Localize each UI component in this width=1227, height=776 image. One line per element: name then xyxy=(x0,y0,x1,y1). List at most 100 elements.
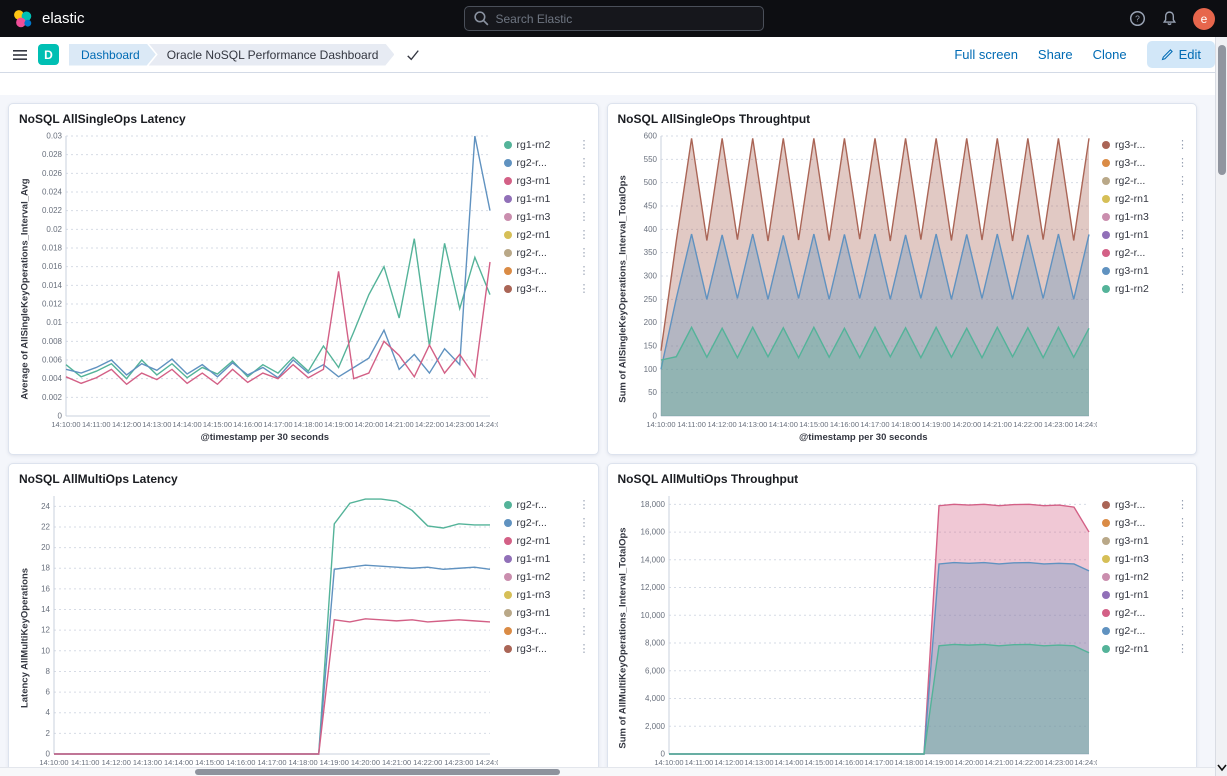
legend-menu-icon[interactable]: ⋮ xyxy=(1177,282,1188,295)
full-screen-button[interactable]: Full screen xyxy=(954,47,1018,62)
legend-item[interactable]: rg1-rn1 ⋮ xyxy=(503,552,590,565)
legend-menu-icon[interactable]: ⋮ xyxy=(1177,552,1188,565)
legend-item[interactable]: rg1-rn1 ⋮ xyxy=(1102,228,1188,241)
chart-area[interactable]: 0 2 4 6 8 10 12 14 16 18 20 22 24 14:10:00 14:11:00 14:… xyxy=(32,490,505,770)
legend-item[interactable]: rg3-r... ⋮ xyxy=(503,264,590,277)
legend-menu-icon[interactable]: ⋮ xyxy=(1177,228,1188,241)
legend-item[interactable]: rg3-rn1 ⋮ xyxy=(503,606,590,619)
chart-area[interactable]: 0 2,000 4,000 6,000 8,000 10,000 12,000 14,000 1… xyxy=(631,490,1103,770)
panel-title[interactable]: NoSQL AllMultiOps Throughput xyxy=(616,470,1189,490)
legend-item[interactable]: rg3-r... ⋮ xyxy=(1102,156,1188,169)
user-avatar[interactable]: e xyxy=(1193,7,1215,30)
horizontal-scrollbar[interactable] xyxy=(0,767,1215,776)
legend-item[interactable]: rg2-rn1 ⋮ xyxy=(503,534,590,547)
elastic-logo[interactable]: elastic xyxy=(12,8,85,30)
legend-menu-icon[interactable]: ⋮ xyxy=(1177,156,1188,169)
chart-canvas[interactable]: 02,0004,0006,0008,00010,00012,00014,0001… xyxy=(631,490,1103,770)
legend-item[interactable]: rg2-r... ⋮ xyxy=(503,156,590,169)
legend-item[interactable]: rg2-r... ⋮ xyxy=(1102,246,1188,259)
legend-menu-icon[interactable]: ⋮ xyxy=(579,282,590,295)
legend-menu-icon[interactable]: ⋮ xyxy=(1177,516,1188,529)
legend-menu-icon[interactable]: ⋮ xyxy=(1177,498,1188,511)
legend-item[interactable]: rg3-r... ⋮ xyxy=(503,282,590,295)
panel-title[interactable]: NoSQL AllSingleOps Latency xyxy=(17,110,590,130)
legend-item[interactable]: rg2-r... ⋮ xyxy=(503,246,590,259)
legend-item[interactable]: rg1-rn1 ⋮ xyxy=(503,192,590,205)
legend-item[interactable]: rg2-r... ⋮ xyxy=(1102,606,1188,619)
legend-menu-icon[interactable]: ⋮ xyxy=(1177,192,1188,205)
alerts-icon[interactable] xyxy=(1161,10,1178,27)
legend-menu-icon[interactable]: ⋮ xyxy=(579,156,590,169)
legend-item[interactable]: rg1-rn3 ⋮ xyxy=(1102,210,1188,223)
legend-item[interactable]: rg1-rn2 ⋮ xyxy=(503,138,590,151)
chart-area[interactable]: 0 50 100 150 200 250 300 350 400 450 500 550 600 14:1… xyxy=(631,130,1103,432)
legend-item[interactable]: rg2-rn1 ⋮ xyxy=(1102,642,1188,655)
chart-canvas[interactable]: 02468101214161820222414:10:00 14:11:00 14:… xyxy=(32,490,505,770)
global-search[interactable] xyxy=(463,6,764,31)
legend-item[interactable]: rg2-r... ⋮ xyxy=(1102,174,1188,187)
legend-item[interactable]: rg3-rn1 ⋮ xyxy=(1102,264,1188,277)
legend-menu-icon[interactable]: ⋮ xyxy=(1177,588,1188,601)
legend-item[interactable]: rg3-r... ⋮ xyxy=(1102,516,1188,529)
vertical-scrollbar-thumb[interactable] xyxy=(1218,45,1226,175)
legend-menu-icon[interactable]: ⋮ xyxy=(579,498,590,511)
legend-menu-icon[interactable]: ⋮ xyxy=(579,228,590,241)
scroll-down-icon[interactable] xyxy=(1216,760,1227,774)
share-button[interactable]: Share xyxy=(1038,47,1073,62)
legend-item[interactable]: rg1-rn3 ⋮ xyxy=(503,210,590,223)
legend-item[interactable]: rg1-rn3 ⋮ xyxy=(1102,552,1188,565)
dashboard-app-badge[interactable]: D xyxy=(38,44,59,65)
legend-menu-icon[interactable]: ⋮ xyxy=(579,192,590,205)
legend-menu-icon[interactable]: ⋮ xyxy=(1177,138,1188,151)
horizontal-scrollbar-thumb[interactable] xyxy=(195,769,560,775)
edit-button[interactable]: Edit xyxy=(1146,41,1215,68)
legend-item[interactable]: rg2-rn1 ⋮ xyxy=(503,228,590,241)
legend-item[interactable]: rg2-r... ⋮ xyxy=(503,498,590,511)
clone-button[interactable]: Clone xyxy=(1093,47,1127,62)
legend-menu-icon[interactable]: ⋮ xyxy=(579,570,590,583)
search-input[interactable] xyxy=(495,11,755,26)
legend-menu-icon[interactable]: ⋮ xyxy=(579,264,590,277)
legend-menu-icon[interactable]: ⋮ xyxy=(1177,210,1188,223)
legend-item[interactable]: rg2-r... ⋮ xyxy=(503,516,590,529)
chart-area[interactable]: 0 0.002 0.004 0.006 0.008 0.01 0.012 0.014 0.016… xyxy=(32,130,505,432)
legend-menu-icon[interactable]: ⋮ xyxy=(579,516,590,529)
legend-item[interactable]: rg3-rn1 ⋮ xyxy=(1102,534,1188,547)
legend-menu-icon[interactable]: ⋮ xyxy=(1177,624,1188,637)
legend-menu-icon[interactable]: ⋮ xyxy=(1177,606,1188,619)
legend-item[interactable]: rg3-r... ⋮ xyxy=(503,624,590,637)
legend-menu-icon[interactable]: ⋮ xyxy=(1177,174,1188,187)
legend-item[interactable]: rg1-rn2 ⋮ xyxy=(1102,570,1188,583)
legend-item[interactable]: rg3-rn1 ⋮ xyxy=(503,174,590,187)
legend-menu-icon[interactable]: ⋮ xyxy=(579,534,590,547)
legend-item[interactable]: rg1-rn1 ⋮ xyxy=(1102,588,1188,601)
panel-title[interactable]: NoSQL AllSingleOps Throughtput xyxy=(616,110,1189,130)
chart-canvas[interactable]: 00.0020.0040.0060.0080.010.0120.0140.016… xyxy=(32,130,505,432)
legend-menu-icon[interactable]: ⋮ xyxy=(1177,642,1188,655)
legend-item[interactable]: rg2-r... ⋮ xyxy=(1102,624,1188,637)
legend-menu-icon[interactable]: ⋮ xyxy=(579,606,590,619)
breadcrumb-dashboard[interactable]: Dashboard xyxy=(69,44,156,66)
legend-menu-icon[interactable]: ⋮ xyxy=(579,138,590,151)
legend-item[interactable]: rg2-rn1 ⋮ xyxy=(1102,192,1188,205)
legend-menu-icon[interactable]: ⋮ xyxy=(1177,264,1188,277)
legend-item[interactable]: rg3-r... ⋮ xyxy=(1102,498,1188,511)
help-icon[interactable]: ? xyxy=(1129,10,1146,27)
menu-icon[interactable] xyxy=(12,47,28,63)
legend-menu-icon[interactable]: ⋮ xyxy=(1177,534,1188,547)
legend-item[interactable]: rg3-r... ⋮ xyxy=(1102,138,1188,151)
legend-item[interactable]: rg1-rn2 ⋮ xyxy=(1102,282,1188,295)
legend-item[interactable]: rg1-rn3 ⋮ xyxy=(503,588,590,601)
legend-item[interactable]: rg1-rn2 ⋮ xyxy=(503,570,590,583)
chart-canvas[interactable]: 05010015020025030035040045050055060014:1… xyxy=(631,130,1103,432)
vertical-scrollbar[interactable] xyxy=(1215,37,1227,776)
legend-menu-icon[interactable]: ⋮ xyxy=(1177,570,1188,583)
legend-menu-icon[interactable]: ⋮ xyxy=(579,210,590,223)
legend-menu-icon[interactable]: ⋮ xyxy=(579,588,590,601)
legend-menu-icon[interactable]: ⋮ xyxy=(579,246,590,259)
legend-menu-icon[interactable]: ⋮ xyxy=(579,624,590,637)
legend-menu-icon[interactable]: ⋮ xyxy=(1177,246,1188,259)
legend-menu-icon[interactable]: ⋮ xyxy=(579,174,590,187)
legend-item[interactable]: rg3-r... ⋮ xyxy=(503,642,590,655)
legend-menu-icon[interactable]: ⋮ xyxy=(579,552,590,565)
